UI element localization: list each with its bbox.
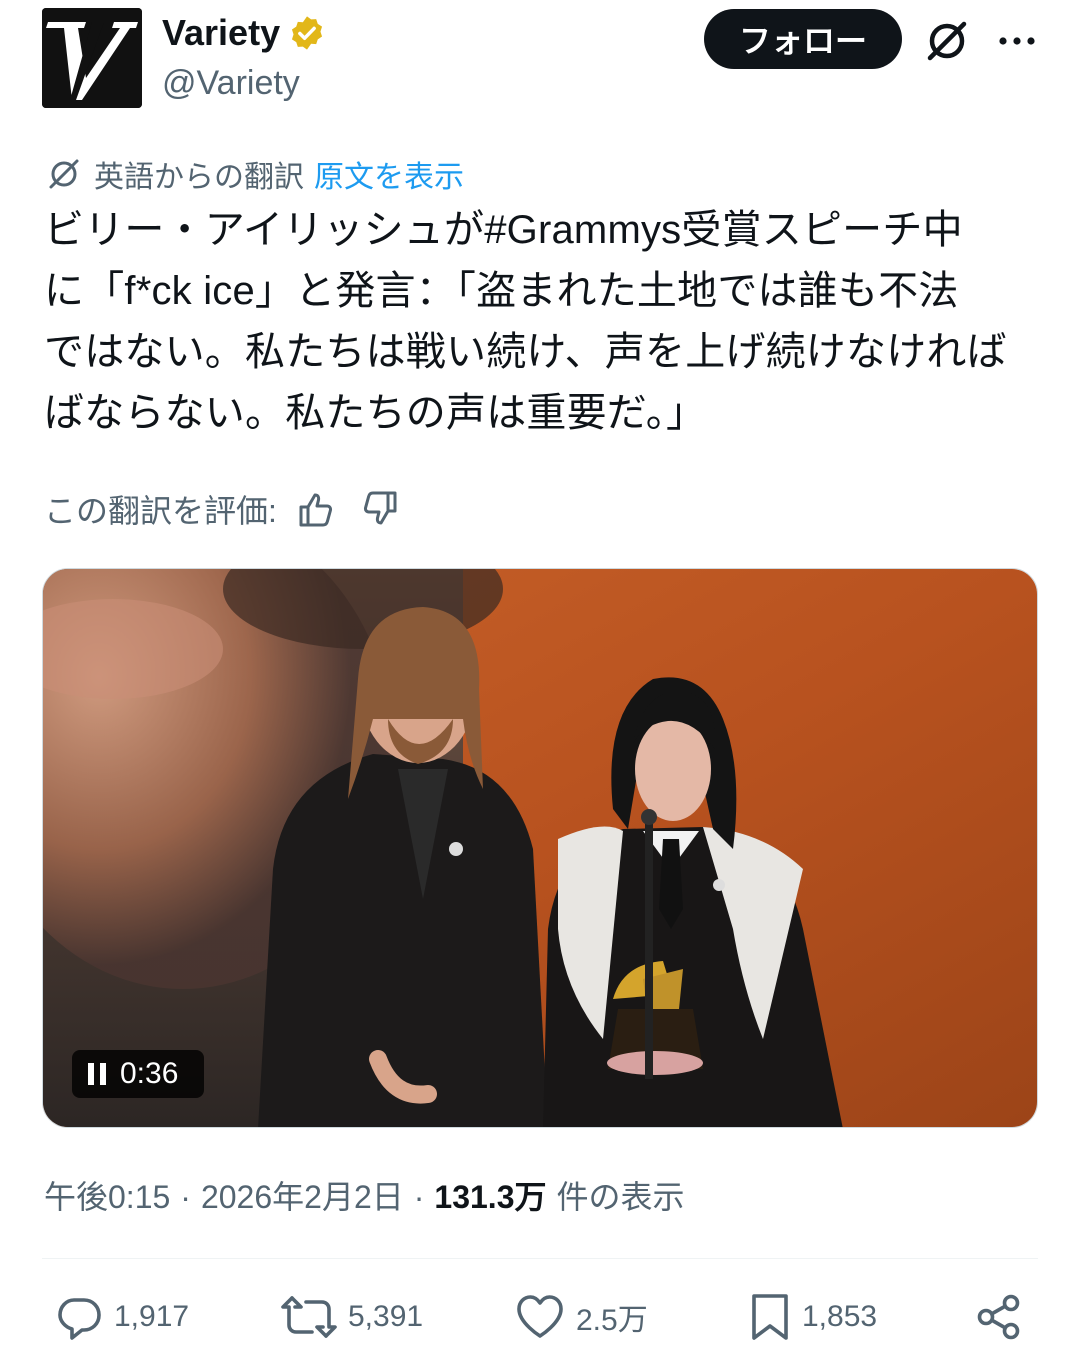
pause-icon[interactable] <box>88 1063 106 1085</box>
like-button[interactable]: 2.5万 <box>514 1292 648 1342</box>
author-name-row[interactable]: Variety <box>162 12 326 54</box>
heart-icon <box>517 1295 563 1338</box>
tweet-date[interactable]: 2026年2月2日 <box>201 1172 404 1218</box>
variety-logo-icon <box>42 8 142 108</box>
tweet-meta: 午後0:15 · 2026年2月2日 · 131.3万 件の表示 <box>44 1172 685 1218</box>
follow-button[interactable]: フォロー <box>704 9 902 69</box>
show-original-link[interactable]: 原文を表示 <box>314 152 464 196</box>
bookmark-icon <box>752 1294 788 1340</box>
tweet-text: ビリー・アイリッシュが#Grammys受賞スピーチ中 に「f*ck ice」と発… <box>44 200 1044 444</box>
divider <box>42 1258 1038 1259</box>
tweet-text-line: に「f*ck ice」と発言：「盗まれた土地では誰も不法 <box>44 269 959 313</box>
video-time: 0:36 <box>120 1057 179 1090</box>
avatar[interactable] <box>42 8 142 108</box>
thumbs-down-icon[interactable] <box>357 487 401 531</box>
repost-count: 5,391 <box>348 1300 424 1333</box>
like-count: 2.5万 <box>576 1304 648 1337</box>
video-frame <box>43 569 1037 1127</box>
handle[interactable]: @Variety <box>162 64 300 103</box>
tweet-text-line: ばならない。私たちの声は重要だ。」 <box>44 391 707 435</box>
tweet-text-line: ではない。私たちは戦い続け、声を上げ続けなければ <box>44 330 1007 374</box>
display-name[interactable]: Variety <box>162 12 280 54</box>
repost-button[interactable]: 5,391 <box>280 1292 423 1342</box>
verified-badge-icon <box>292 16 323 50</box>
share-icon <box>977 1294 1020 1340</box>
rate-translation-label: この翻訳を評価: <box>44 493 277 529</box>
reply-count: 1,917 <box>114 1300 190 1333</box>
meta-separator: · <box>180 1179 191 1215</box>
views-count: 131.3万 <box>434 1179 547 1215</box>
video-time-badge[interactable]: 0:36 <box>72 1050 204 1098</box>
tweet-time[interactable]: 午後0:15 <box>44 1172 170 1218</box>
video-player[interactable] <box>42 568 1038 1128</box>
translation-label: 英語からの翻訳 <box>94 161 304 194</box>
bookmark-button[interactable]: 1,853 <box>748 1292 877 1342</box>
tweet-text-line: ビリー・アイリッシュが#Grammys受賞スピーチ中 <box>44 208 963 252</box>
meta-separator: · <box>413 1179 425 1215</box>
translation-row: 英語からの翻訳 原文を表示 <box>44 152 464 196</box>
reply-button[interactable]: 1,917 <box>54 1292 189 1342</box>
rate-translation-row: この翻訳を評価: <box>44 486 401 532</box>
views-label: 件の表示 <box>556 1179 685 1215</box>
thumbs-up-icon[interactable] <box>295 487 339 531</box>
repost-icon <box>281 1296 337 1338</box>
more-icon[interactable] <box>994 18 1040 64</box>
share-button[interactable] <box>974 1292 1024 1342</box>
reply-icon <box>58 1298 101 1340</box>
grok-icon[interactable] <box>922 16 972 66</box>
translate-grok-icon <box>49 159 79 189</box>
tweet-page: Variety @Variety フォロー 英語からの翻訳 原文を表示 ビリー・… <box>0 0 1080 1369</box>
bookmark-count: 1,853 <box>802 1300 878 1333</box>
